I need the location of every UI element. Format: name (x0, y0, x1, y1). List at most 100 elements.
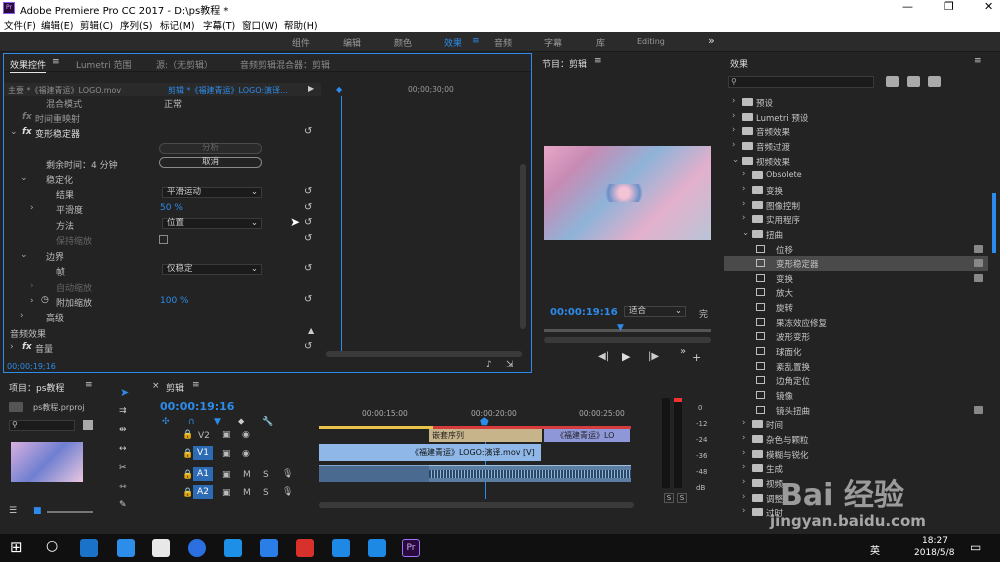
effect-item[interactable]: 波形变形 (724, 329, 988, 344)
solo-left-button[interactable]: S (664, 493, 674, 503)
shield-icon[interactable] (332, 539, 350, 557)
maximize-button[interactable]: ❐ (944, 0, 954, 13)
cancel-button[interactable]: 取消 (159, 157, 262, 168)
effects-folder-item[interactable]: › 音频过渡 (724, 139, 988, 154)
result-dropdown[interactable]: 平滑运动 ⌄ (162, 187, 262, 198)
wps-icon[interactable] (260, 539, 278, 557)
expand-arrow-icon[interactable]: › (742, 448, 745, 458)
tab-source[interactable]: 源:（无剪辑） (156, 58, 213, 71)
master-clip-label[interactable]: 主要 *《福建青运》LOGO.mov (8, 85, 121, 96)
mute-m-button[interactable]: M (243, 470, 251, 480)
track-label-v2[interactable]: V2 (198, 431, 210, 441)
blend-mode-value[interactable]: 正常 (164, 97, 182, 110)
effect-item[interactable]: 紊乱置换 (724, 359, 988, 374)
mic-icon[interactable]: 🎙 (282, 469, 293, 479)
step-forward-icon[interactable]: |▶ (648, 351, 659, 362)
menu-clip[interactable]: 剪辑(C) (80, 18, 113, 32)
program-playhead-icon[interactable]: ▼ (617, 323, 624, 333)
marker-icon[interactable]: ⬥ (238, 417, 244, 427)
mic-icon[interactable]: 🎙 (282, 487, 293, 497)
selection-tool-icon[interactable]: ➤ (120, 386, 129, 399)
effects-folder-item[interactable]: › 音频效果 (724, 124, 988, 139)
32bit-effects-icon[interactable] (907, 76, 920, 87)
ec-export-icon[interactable]: ⇲ (506, 360, 514, 370)
panel-menu-icon[interactable]: ≡ (974, 56, 982, 66)
effects-panel-title[interactable]: 效果 (730, 57, 748, 70)
effects-folder-item[interactable]: › 实用程序 (724, 212, 988, 227)
reset-icon[interactable]: ↺ (304, 203, 314, 213)
app-icon[interactable] (224, 539, 242, 557)
workspace-editing-en[interactable]: Editing (637, 37, 665, 46)
yuv-effects-icon[interactable] (928, 76, 941, 87)
sync-lock-icon[interactable]: ▣ (222, 470, 231, 480)
smoothness-value[interactable]: 50 % (160, 203, 183, 213)
lock-icon[interactable]: 🔒 (182, 488, 193, 498)
expand-arrow-icon[interactable]: › (742, 199, 745, 209)
rate-stretch-tool-icon[interactable]: ↔ (119, 444, 127, 454)
effects-folder-item[interactable]: ⌄ 视频效果 (724, 154, 988, 169)
edge-browser-icon[interactable] (80, 539, 98, 557)
expand-arrow-icon[interactable]: ⌄ (20, 250, 28, 260)
new-search-bin-icon[interactable] (83, 420, 93, 430)
expand-arrow-icon[interactable]: › (732, 96, 735, 106)
video-icon[interactable] (368, 539, 386, 557)
expand-arrow-icon[interactable]: › (742, 477, 745, 487)
timeline-tab[interactable]: 剪辑 (166, 381, 184, 394)
effect-item[interactable]: 放大 (724, 285, 988, 300)
menu-edit[interactable]: 编辑(E) (41, 18, 73, 32)
lock-icon[interactable]: 🔒 (182, 430, 193, 440)
eye-icon[interactable]: ◉ (242, 430, 250, 440)
ime-indicator[interactable]: 英 (870, 542, 880, 557)
effects-folder-item[interactable]: › 模糊与锐化 (724, 447, 988, 462)
effect-item[interactable]: 果冻效应修复 (724, 315, 988, 330)
effects-folder-item[interactable]: › 杂色与颗粒 (724, 432, 988, 447)
expand-arrow-icon[interactable]: › (30, 203, 34, 213)
expand-arrow-icon[interactable]: › (742, 184, 745, 194)
program-monitor-title[interactable]: 节目：剪辑 (542, 57, 587, 70)
expand-arrow-icon[interactable]: › (30, 281, 34, 291)
workspace-effects[interactable]: 效果 (444, 36, 462, 49)
linked-selection-icon[interactable]: ∩ (188, 417, 195, 427)
film-icon[interactable]: ▣ (222, 430, 231, 440)
mute-m-button[interactable]: M (243, 488, 251, 498)
track-select-tool-icon[interactable]: ⇉ (119, 406, 127, 416)
clip-v2-logo[interactable]: 《福建青运》LO (544, 429, 630, 442)
menu-file[interactable]: 文件(F) (4, 18, 36, 32)
effects-scrollbar[interactable] (992, 193, 996, 253)
tab-lumetri-scopes[interactable]: Lumetri 范围 (76, 58, 131, 71)
workspace-libraries[interactable]: 库 (596, 36, 605, 49)
premiere-taskbar-icon[interactable]: Pr (402, 539, 420, 557)
effect-item[interactable]: 位移 (724, 242, 988, 257)
ec-timecode[interactable]: 00;00;19;16 (7, 362, 56, 371)
effects-folder-item[interactable]: › 预设 (724, 95, 988, 110)
effect-item[interactable]: 边角定位 (724, 373, 988, 388)
program-scrubber[interactable] (544, 329, 711, 332)
fx-icon[interactable]: fx (22, 342, 32, 352)
effects-search-input[interactable]: ⚲ (728, 76, 874, 88)
step-back-icon[interactable]: ◀| (598, 351, 609, 362)
effects-folder-item[interactable]: › Lumetri 预设 (724, 110, 988, 125)
effects-folder-item[interactable]: › 变换 (724, 183, 988, 198)
expand-arrow-icon[interactable]: › (20, 311, 24, 321)
expand-arrow-icon[interactable]: ⌄ (20, 173, 28, 183)
collapse-arrow-icon[interactable]: ⌄ (742, 228, 749, 238)
app-icon[interactable] (188, 539, 206, 557)
expand-arrow-icon[interactable]: › (742, 433, 745, 443)
menu-window[interactable]: 窗口(W) (242, 18, 278, 32)
effect-item[interactable]: 镜像 (724, 388, 988, 403)
expand-arrow-icon[interactable]: ⌄ (10, 127, 18, 137)
program-timecode[interactable]: 00:00:19:16 (550, 307, 618, 318)
workspace-menu-icon[interactable]: ≡ (472, 36, 480, 46)
taskbar-clock[interactable]: 18:27 (922, 536, 948, 546)
expand-arrow-icon[interactable]: › (742, 213, 745, 223)
workspace-assembly[interactable]: 组件 (292, 36, 310, 49)
effects-folder-item[interactable]: › 时间 (724, 417, 988, 432)
eye-icon[interactable]: ◉ (242, 449, 250, 459)
film-icon[interactable]: ▣ (222, 449, 231, 459)
app-icon[interactable] (296, 539, 314, 557)
menu-help[interactable]: 帮助(H) (284, 18, 318, 32)
minimize-button[interactable]: — (902, 0, 913, 13)
panel-menu-icon[interactable]: ≡ (85, 380, 93, 390)
workspace-editing[interactable]: 编辑 (343, 36, 361, 49)
effect-item[interactable]: 镜头扭曲 (724, 403, 988, 418)
